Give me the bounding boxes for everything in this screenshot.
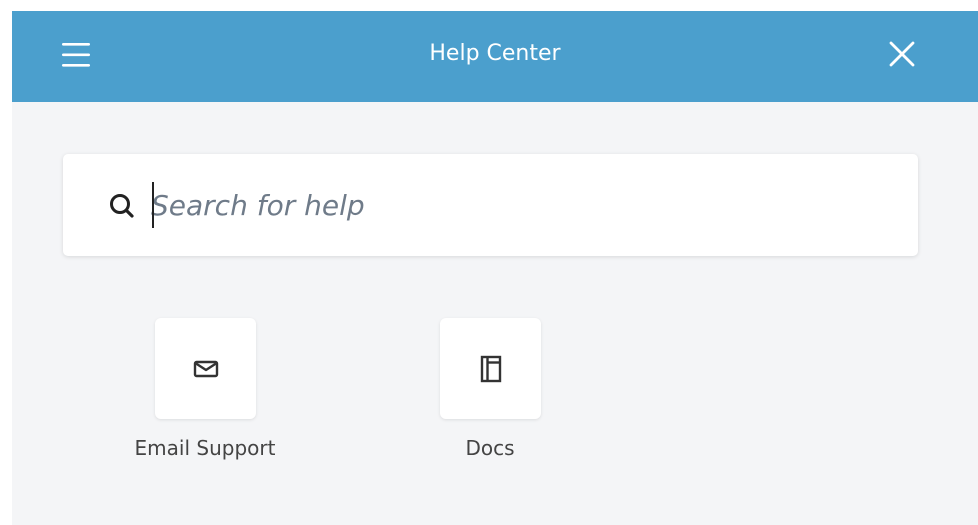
- close-button[interactable]: [882, 35, 922, 75]
- menu-button[interactable]: [58, 35, 98, 75]
- hamburger-menu-icon: [62, 43, 90, 67]
- docs-label: Docs: [465, 436, 515, 460]
- document-icon: [480, 355, 501, 382]
- search-input[interactable]: [151, 180, 891, 230]
- email-support-tile[interactable]: [155, 318, 256, 419]
- docs-tile[interactable]: [440, 318, 541, 419]
- close-icon: [889, 41, 915, 67]
- email-support-option[interactable]: Email Support: [105, 318, 305, 478]
- envelope-icon: [193, 360, 218, 377]
- page-title: Help Center: [429, 41, 561, 66]
- search-box[interactable]: [63, 154, 918, 256]
- header-bar: Help Center: [12, 11, 978, 102]
- search-icon: [110, 194, 134, 218]
- docs-option[interactable]: Docs: [390, 318, 590, 478]
- help-center-panel: Help Center Search for help Email Suppor…: [12, 11, 978, 525]
- text-cursor: [152, 182, 154, 228]
- email-support-label: Email Support: [134, 436, 276, 460]
